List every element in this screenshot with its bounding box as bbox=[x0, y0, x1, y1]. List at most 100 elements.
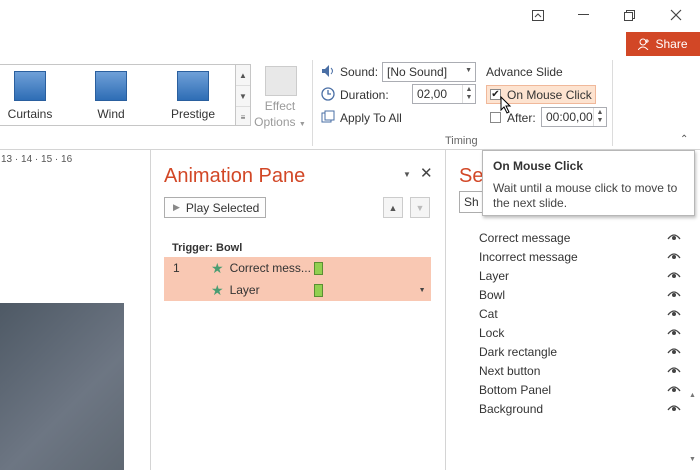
ribbon-separator bbox=[312, 60, 313, 146]
after-value: 00:00,00 bbox=[546, 110, 593, 124]
duration-spinner[interactable]: ▲ ▼ bbox=[462, 85, 475, 103]
visibility-eye-icon[interactable] bbox=[667, 384, 681, 397]
effect-options-icon[interactable] bbox=[265, 66, 297, 96]
apply-to-all-icon bbox=[321, 110, 335, 124]
share-person-icon bbox=[638, 38, 650, 50]
visibility-eye-icon[interactable] bbox=[667, 232, 681, 245]
selection-item[interactable]: Dark rectangle bbox=[479, 345, 557, 359]
move-down-button[interactable]: ▼ bbox=[410, 197, 430, 218]
prestige-icon bbox=[177, 71, 209, 101]
animation-number: 1 bbox=[173, 261, 180, 275]
item-dropdown-icon[interactable]: ▼ bbox=[419, 287, 426, 294]
selection-item[interactable]: Incorrect message bbox=[479, 250, 578, 264]
selection-pane-title: Se bbox=[459, 165, 484, 187]
wind-icon bbox=[95, 71, 127, 101]
transition-wind[interactable]: Wind bbox=[81, 69, 141, 121]
sound-label: Sound: bbox=[340, 65, 379, 79]
timing-bar bbox=[313, 283, 323, 297]
after-label: After: bbox=[507, 111, 536, 125]
selection-item[interactable]: Cat bbox=[479, 307, 498, 321]
visibility-eye-icon[interactable] bbox=[667, 365, 681, 378]
apply-to-all-button[interactable]: Apply To All bbox=[340, 111, 402, 125]
transition-gallery: Curtains Wind Prestige bbox=[0, 64, 236, 126]
selection-item[interactable]: Background bbox=[479, 402, 543, 416]
slide-canvas-image[interactable] bbox=[0, 303, 124, 470]
after-spinner[interactable]: ▲ ▼ bbox=[593, 108, 606, 126]
close-window-button[interactable] bbox=[654, 0, 698, 30]
transition-label: Prestige bbox=[170, 107, 216, 121]
play-icon: ▶ bbox=[173, 202, 180, 212]
ruler-ticks: 13 · 14 · 15 · 16 bbox=[1, 154, 73, 165]
visibility-eye-icon[interactable] bbox=[667, 308, 681, 321]
visibility-eye-icon[interactable] bbox=[667, 403, 681, 416]
scroll-down-icon[interactable]: ▼ bbox=[689, 456, 696, 463]
duration-value: 02,00 bbox=[417, 87, 448, 101]
title-bar bbox=[0, 0, 700, 30]
visibility-eye-icon[interactable] bbox=[667, 327, 681, 340]
after-field[interactable]: 00:00,00 ▲ ▼ bbox=[541, 107, 607, 127]
on-mouse-click-tooltip: On Mouse Click Wait until a mouse click … bbox=[482, 150, 695, 216]
transition-label: Curtains bbox=[7, 107, 53, 121]
effect-options-line1: Effect bbox=[264, 99, 296, 113]
duration-field[interactable]: 02,00 ▲ ▼ bbox=[412, 84, 476, 104]
pane-divider bbox=[150, 150, 151, 470]
visibility-eye-icon[interactable] bbox=[667, 289, 681, 302]
share-label: Share bbox=[655, 37, 688, 51]
timing-bar bbox=[313, 261, 323, 275]
animation-item[interactable]: 1 ★ Correct mess... bbox=[164, 257, 431, 279]
sound-value: [No Sound] bbox=[387, 65, 448, 79]
effect-options-line2: Options bbox=[254, 115, 296, 129]
gallery-more-icon[interactable]: ≡ bbox=[236, 107, 250, 127]
gallery-scroll[interactable]: ▲ ▼ ≡ bbox=[235, 64, 251, 126]
visibility-eye-icon[interactable] bbox=[667, 251, 681, 264]
tooltip-body: Wait until a mouse click to move to the … bbox=[493, 181, 678, 210]
star-effect-icon: ★ bbox=[211, 281, 224, 298]
ribbon-separator bbox=[612, 60, 613, 146]
sound-icon bbox=[321, 64, 335, 78]
visibility-eye-icon[interactable] bbox=[667, 270, 681, 283]
tooltip-title: On Mouse Click bbox=[493, 159, 584, 173]
selection-item[interactable]: Lock bbox=[479, 326, 504, 340]
sound-select[interactable]: [No Sound] ▼ bbox=[382, 62, 476, 82]
selection-item[interactable]: Layer bbox=[479, 269, 509, 283]
on-mouse-click-label[interactable]: On Mouse Click bbox=[507, 88, 592, 102]
pane-options-icon[interactable]: ▼ bbox=[403, 170, 411, 179]
visibility-eye-icon[interactable] bbox=[667, 346, 681, 359]
selection-item[interactable]: Bottom Panel bbox=[479, 383, 551, 397]
minimize-button[interactable] bbox=[562, 0, 606, 30]
play-selected-button[interactable]: ▶ Play Selected bbox=[164, 197, 266, 218]
play-selected-label: Play Selected bbox=[185, 200, 260, 215]
close-pane-icon[interactable]: ✕ bbox=[420, 164, 433, 182]
after-checkbox[interactable] bbox=[490, 112, 501, 123]
advance-slide-title: Advance Slide bbox=[486, 65, 563, 79]
share-button[interactable]: Share bbox=[626, 32, 700, 56]
effect-dropdown-icon: ▼ bbox=[298, 121, 306, 128]
transition-prestige[interactable]: Prestige bbox=[163, 69, 223, 121]
restore-button[interactable] bbox=[608, 0, 652, 30]
trigger-label: Trigger: Bowl bbox=[172, 242, 243, 254]
selection-item[interactable]: Correct message bbox=[479, 231, 570, 245]
star-effect-icon: ★ bbox=[211, 259, 224, 276]
animation-name: Layer bbox=[229, 283, 260, 297]
move-up-button[interactable]: ▲ bbox=[383, 197, 403, 218]
animation-pane-title: Animation Pane bbox=[164, 165, 306, 187]
gallery-down-icon[interactable]: ▼ bbox=[236, 86, 250, 107]
gallery-up-icon[interactable]: ▲ bbox=[236, 65, 250, 86]
animation-name: Correct mess... bbox=[229, 261, 311, 275]
ribbon-display-options-icon[interactable] bbox=[516, 0, 560, 30]
collapse-ribbon-icon[interactable]: ⌃ bbox=[680, 134, 688, 145]
transition-label: Wind bbox=[97, 107, 125, 121]
scroll-up-icon[interactable]: ▲ bbox=[689, 392, 696, 399]
chevron-down-icon: ▼ bbox=[465, 67, 472, 74]
duration-clock-icon bbox=[321, 87, 335, 101]
animation-item[interactable]: ★ Layer ▼ bbox=[164, 279, 431, 301]
transition-curtains[interactable]: Curtains bbox=[0, 69, 60, 121]
curtains-icon bbox=[14, 71, 46, 101]
selection-item[interactable]: Bowl bbox=[479, 288, 505, 302]
selection-item[interactable]: Next button bbox=[479, 364, 540, 378]
effect-options-button[interactable]: Effect Options ▼ bbox=[252, 98, 308, 133]
pane-divider bbox=[445, 150, 446, 470]
duration-label: Duration: bbox=[340, 88, 389, 102]
horizontal-ruler: 13 · 14 · 15 · 16 bbox=[0, 152, 125, 168]
timing-group-label: Timing bbox=[445, 135, 478, 147]
